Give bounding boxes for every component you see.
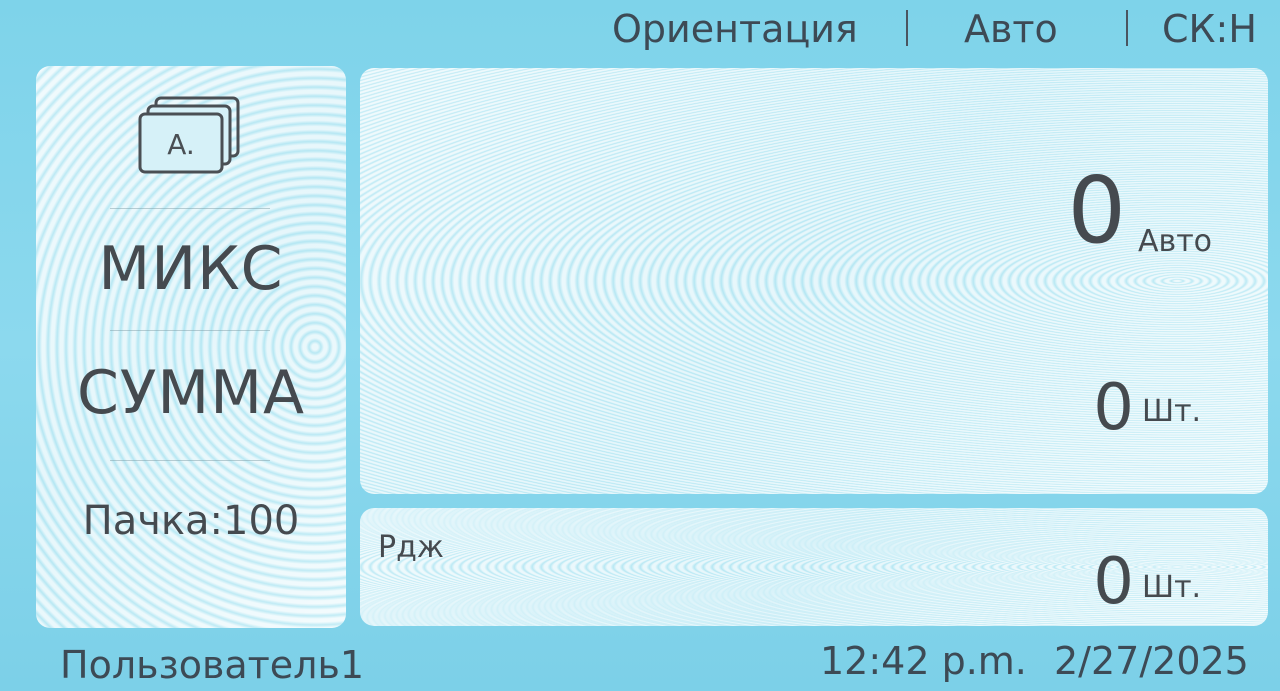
reject-display: Рдж 0 Шт. [360,508,1268,626]
reject-count-unit: Шт. [1142,570,1202,605]
date-label: 2/27/2025 [1054,639,1249,683]
reject-label: Рдж [378,530,444,565]
divider [110,208,270,209]
mode-panel: A. МИКС СУММА Пачка:100 [36,66,346,628]
mode-button[interactable]: Авто [964,6,1058,52]
piece-count-unit: Шт. [1142,394,1202,429]
reject-count-value: 0 [1093,545,1134,619]
divider [110,330,270,331]
status-bar: Ориентация Авто СК:Н [0,0,1280,58]
stacked-banknotes-icon[interactable]: A. [134,92,244,184]
count-display: 0 Авто 0 Шт. [360,68,1268,494]
orientation-button[interactable]: Ориентация [612,6,858,52]
separator [906,10,908,46]
batch-button[interactable]: Пачка:100 [36,498,346,544]
icon-text: A. [167,128,195,161]
total-value: 0 [1067,157,1126,264]
sum-mode-button[interactable]: СУММА [36,358,346,428]
counterfeit-detection-button[interactable]: СК:Н [1162,6,1257,52]
divider [110,460,270,461]
time-label: 12:42 p.m. [820,639,1027,683]
user-label[interactable]: Пользователь1 [60,642,364,688]
separator [1126,10,1128,46]
piece-count-value: 0 [1093,371,1134,445]
total-unit: Авто [1138,224,1213,259]
mix-mode-button[interactable]: МИКС [36,234,346,304]
